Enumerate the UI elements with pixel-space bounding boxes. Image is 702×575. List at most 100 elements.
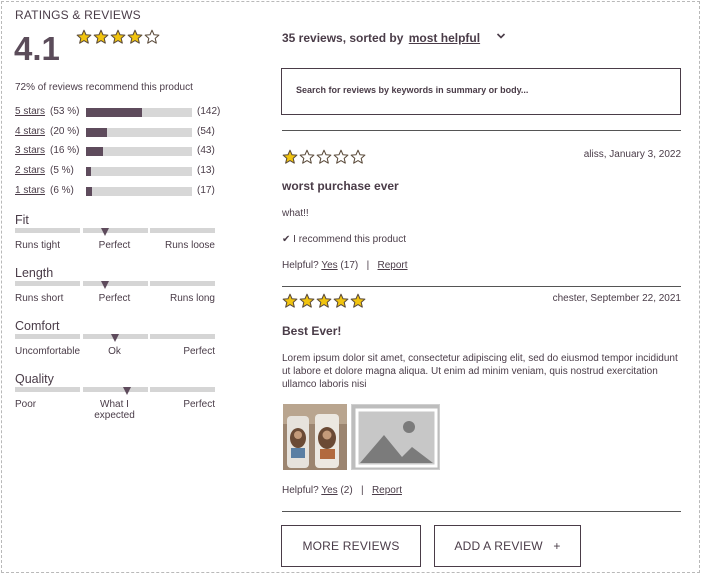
star-filter-link[interactable]: 4 stars xyxy=(15,126,45,137)
review-count-label: 35 reviews, sorted by xyxy=(282,31,404,45)
sort-select[interactable]: most helpful xyxy=(409,31,480,45)
star-breakdown-row[interactable]: 2 stars (5 %) (13) xyxy=(15,164,225,178)
scale-label-high: Perfect xyxy=(183,346,215,357)
rating-bar xyxy=(86,147,192,156)
star-icon xyxy=(299,293,315,308)
star-count: (17) xyxy=(197,185,215,196)
star-count: (54) xyxy=(197,126,215,137)
recommend-note: ✔ I recommend this product xyxy=(282,234,406,245)
star-percentage: (20 %) xyxy=(50,126,80,137)
star-filter-link[interactable]: 2 stars xyxy=(15,165,45,176)
image-placeholder-icon[interactable] xyxy=(351,404,440,470)
scale-label-low: Uncomfortable xyxy=(15,346,81,357)
star-icon xyxy=(350,149,366,164)
rating-bar xyxy=(86,128,192,137)
review-photo-thumbnail[interactable] xyxy=(283,404,347,470)
helpful-row: Helpful? Yes (2) | Report xyxy=(282,485,402,496)
star-icon xyxy=(110,29,126,44)
recommend-percentage: 72% of reviews recommend this product xyxy=(15,82,193,93)
star-filter-link[interactable]: 3 stars xyxy=(15,145,45,156)
scale-label-low: Poor xyxy=(15,399,37,410)
review-stars xyxy=(282,293,366,309)
helpful-yes-link[interactable]: Yes xyxy=(321,485,337,496)
scale-label-high: Runs loose xyxy=(164,240,215,251)
report-link[interactable]: Report xyxy=(372,485,402,496)
scale-segment xyxy=(15,334,80,339)
rating-bar xyxy=(86,187,192,196)
scale-segment xyxy=(83,228,148,233)
attribute-marker xyxy=(101,281,109,289)
helpful-yes-link[interactable]: Yes xyxy=(321,260,337,271)
divider xyxy=(282,286,681,287)
scale-segment xyxy=(150,281,215,286)
star-count: (13) xyxy=(197,165,215,176)
star-icon xyxy=(127,29,143,44)
search-input[interactable] xyxy=(296,85,666,95)
search-box[interactable] xyxy=(281,68,681,115)
review-body: what!! xyxy=(282,208,309,219)
helpful-label: Helpful? xyxy=(282,485,319,496)
scale-segment xyxy=(15,387,80,392)
star-breakdown-row[interactable]: 1 stars (6 %) (17) xyxy=(15,184,225,198)
review-title: Best Ever! xyxy=(282,324,342,338)
average-stars xyxy=(76,29,160,45)
star-icon xyxy=(282,149,298,164)
separator: | xyxy=(361,485,364,496)
ratings-title: RATINGS & REVIEWS xyxy=(15,8,141,22)
review-meta: aliss, January 3, 2022 xyxy=(583,149,681,160)
star-breakdown-row[interactable]: 3 stars (16 %) (43) xyxy=(15,144,225,158)
divider xyxy=(282,130,681,131)
divider xyxy=(282,511,681,512)
rating-bar xyxy=(86,108,192,117)
attribute-title: Fit xyxy=(15,213,29,227)
scale-segment xyxy=(83,387,148,392)
scale-segment xyxy=(15,281,80,286)
attribute-scale xyxy=(15,228,215,234)
star-icon xyxy=(144,29,160,44)
attribute-scale xyxy=(15,387,215,393)
scale-segment xyxy=(83,281,148,286)
sort-bar: 35 reviews, sorted by most helpful xyxy=(282,31,480,45)
helpful-count: (2) xyxy=(340,485,353,496)
star-icon xyxy=(333,149,349,164)
helpful-row: Helpful? Yes (17) | Report xyxy=(282,260,408,271)
review-stars xyxy=(282,149,366,165)
chevron-down-icon[interactable] xyxy=(496,31,506,41)
star-breakdown-row[interactable]: 5 stars (53 %) (142) xyxy=(15,105,225,119)
scale-label-high: Perfect xyxy=(183,399,215,410)
helpful-label: Helpful? xyxy=(282,260,319,271)
review-body: Lorem ipsum dolor sit amet, consectetur … xyxy=(282,353,678,390)
attribute-marker xyxy=(111,334,119,342)
add-review-button[interactable]: ADD A REVIEW + xyxy=(434,525,581,567)
rating-bar-fill xyxy=(86,128,108,137)
more-reviews-button[interactable]: MORE REVIEWS xyxy=(281,525,421,567)
star-icon xyxy=(93,29,109,44)
star-icon xyxy=(350,293,366,308)
attribute-title: Length xyxy=(15,266,54,280)
star-icon xyxy=(76,29,92,44)
attribute-marker xyxy=(101,228,109,236)
attribute-title: Quality xyxy=(15,372,54,386)
rating-bar-fill xyxy=(86,187,93,196)
star-filter-link[interactable]: 1 stars xyxy=(15,185,45,196)
star-icon xyxy=(316,293,332,308)
attribute-title: Comfort xyxy=(15,319,60,333)
separator: | xyxy=(366,260,370,271)
scale-segment xyxy=(15,228,80,233)
scale-segment xyxy=(150,334,215,339)
report-link[interactable]: Report xyxy=(378,260,408,271)
scale-label-low: Runs tight xyxy=(15,240,61,251)
star-icon xyxy=(316,149,332,164)
rating-bar-fill xyxy=(86,108,143,117)
scale-segment xyxy=(150,228,215,233)
average-rating: 4.1 xyxy=(14,30,60,67)
scale-label-high: Runs long xyxy=(169,293,215,304)
star-filter-link[interactable]: 5 stars xyxy=(15,106,45,117)
scale-label-low: Runs short xyxy=(15,293,64,304)
star-count: (142) xyxy=(197,106,221,117)
star-icon xyxy=(282,293,298,308)
star-breakdown-row[interactable]: 4 stars (20 %) (54) xyxy=(15,125,225,139)
star-icon xyxy=(299,149,315,164)
star-percentage: (6 %) xyxy=(50,185,74,196)
star-icon xyxy=(333,293,349,308)
